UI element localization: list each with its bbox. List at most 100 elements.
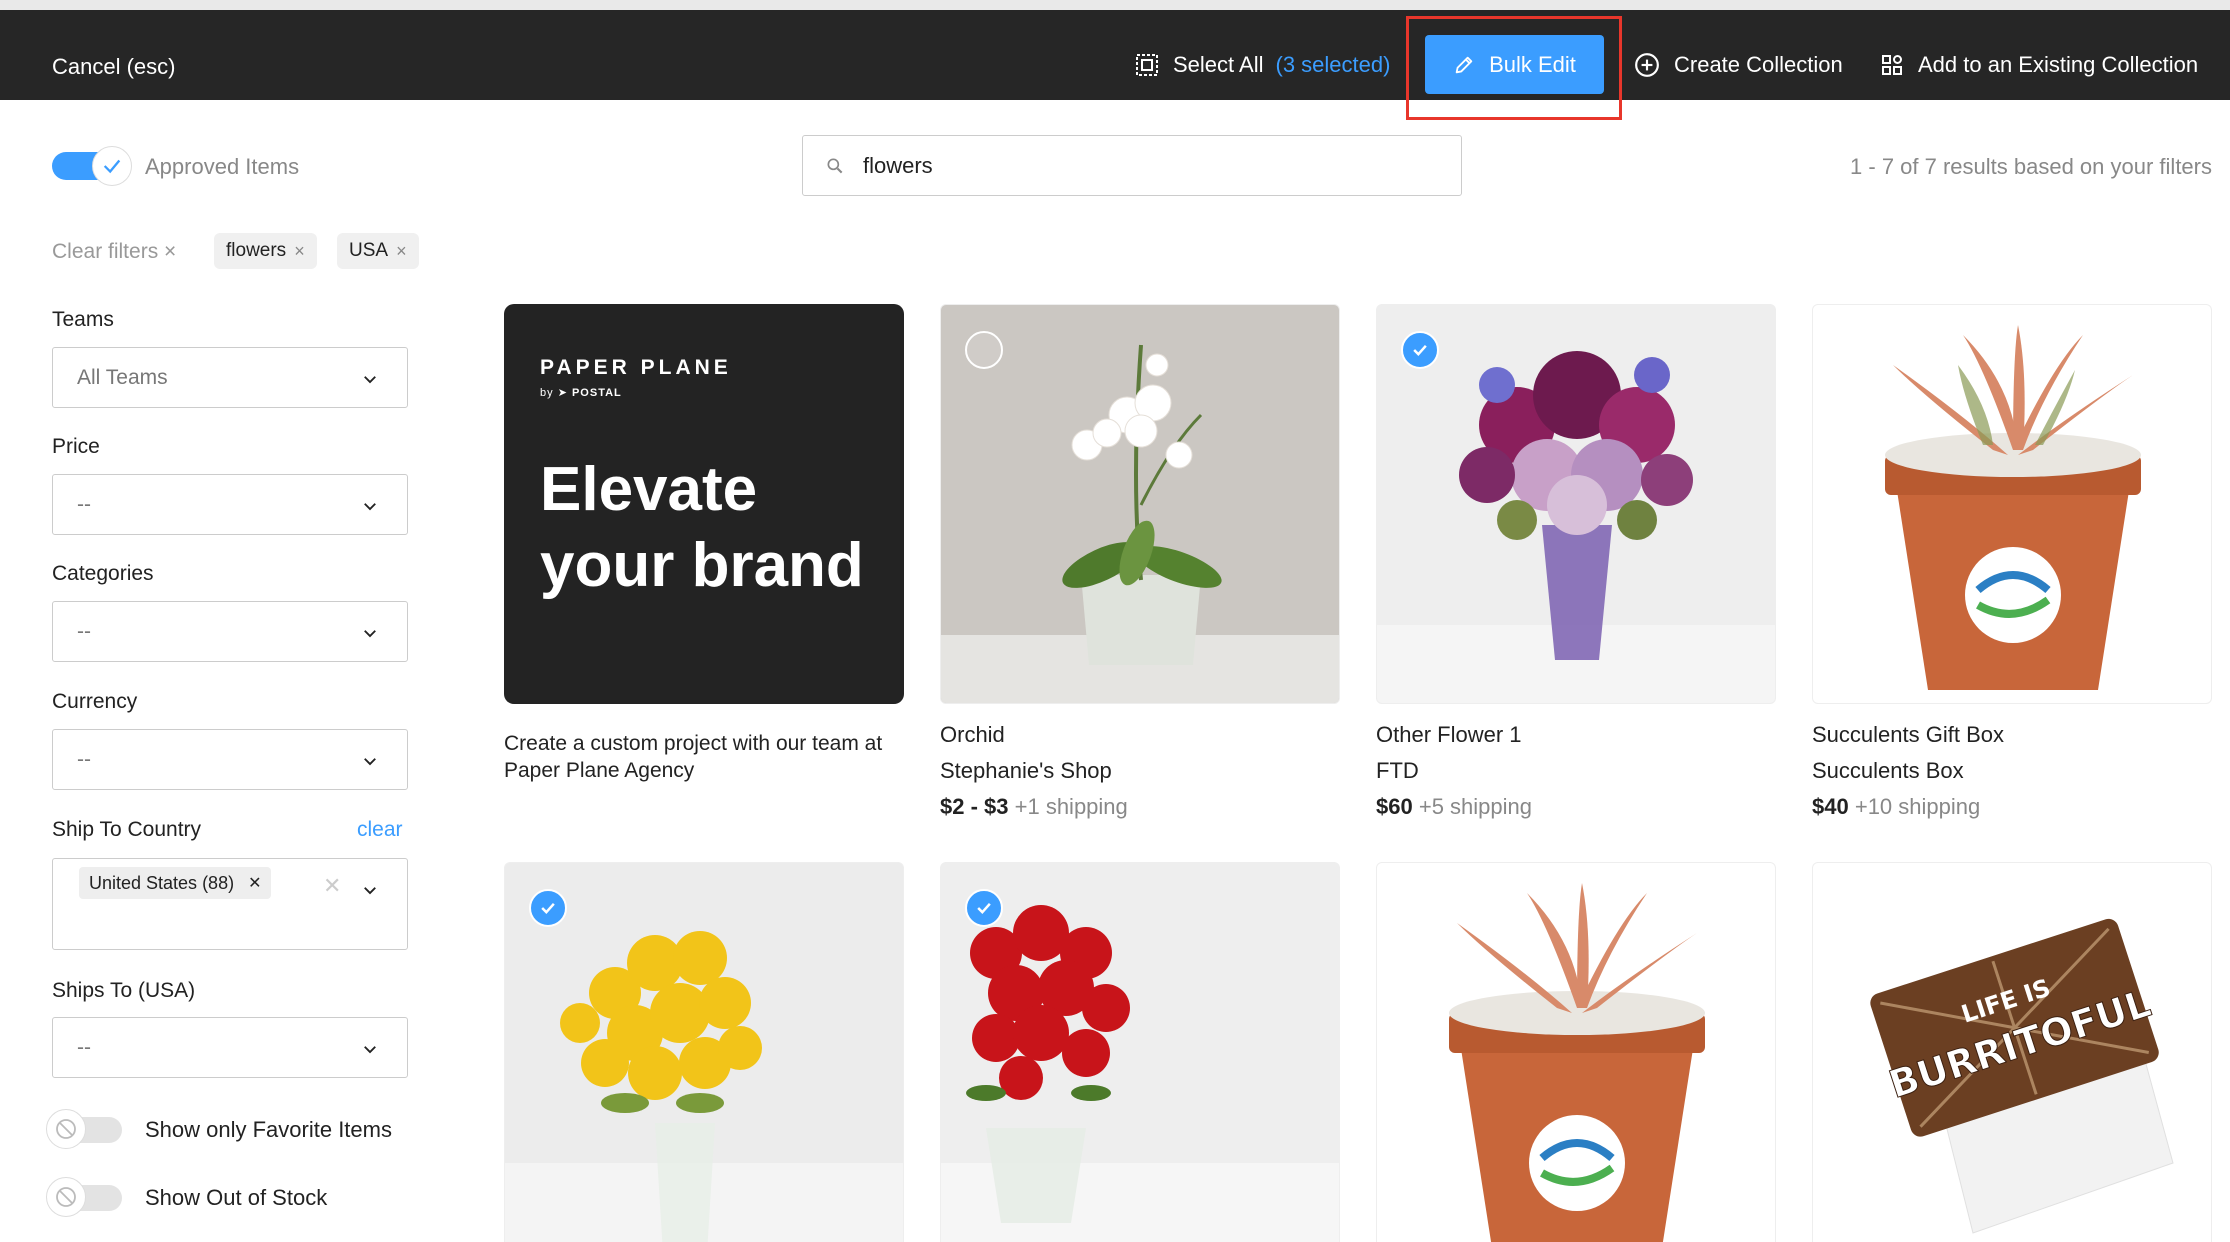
- favorites-label: Show only Favorite Items: [145, 1117, 392, 1142]
- approved-items-label: Approved Items: [145, 154, 300, 179]
- product-image[interactable]: [940, 304, 1340, 704]
- check-icon: [541, 902, 555, 914]
- approved-items-toggle[interactable]: [52, 146, 134, 186]
- pencil-icon: [1455, 56, 1473, 73]
- filter-chip-usa[interactable]: USA ×: [337, 233, 419, 269]
- search-box[interactable]: [802, 135, 1462, 196]
- shipping-cost: +5 shipping: [1418, 794, 1532, 819]
- product-title: Other Flower 1: [1376, 722, 1522, 747]
- flower-bouquet-image: [1377, 351, 1775, 703]
- check-icon: [977, 902, 991, 914]
- country-tag: United States (88) ✕: [79, 867, 272, 899]
- bulk-action-bar: Cancel (esc) Select All (3 selected) Bul…: [0, 10, 2230, 120]
- check-icon: [1413, 344, 1427, 356]
- product-card-succulents[interactable]: Succulents Gift Box Succulents Box $40 +…: [1812, 304, 2212, 820]
- product-vendor: Succulents Box: [1812, 758, 1964, 783]
- ships-to-usa-label: Ships To (USA): [52, 979, 196, 1002]
- clear-icon[interactable]: ✕: [323, 873, 341, 899]
- currency-select[interactable]: --: [52, 729, 408, 790]
- gift-card-image: LIFE IS BURRITOFUL: [1870, 918, 2174, 1234]
- product-vendor: Stephanie's Shop: [940, 758, 1112, 783]
- product-card-succulents-2[interactable]: [1376, 862, 1776, 1242]
- select-checkbox[interactable]: [1401, 331, 1439, 369]
- teams-select[interactable]: All Teams: [52, 347, 408, 408]
- ship-to-country-select[interactable]: United States (88) ✕ ✕: [52, 858, 408, 950]
- add-to-existing-collection-button[interactable]: Add to an Existing Collection: [1880, 52, 2198, 78]
- promo-banner[interactable]: PAPER PLANE by ➤ POSTAL Elevate your bra…: [504, 304, 904, 704]
- product-card-orchid[interactable]: Orchid Stephanie's Shop $2 - $3 +1 shipp…: [940, 304, 1340, 820]
- promo-description: Create a custom project with our team at…: [504, 732, 883, 782]
- price-amount: $40: [1812, 794, 1849, 819]
- close-icon[interactable]: ✕: [248, 873, 261, 893]
- out-of-stock-toggle[interactable]: [46, 1177, 130, 1217]
- chevron-down-icon: [364, 630, 376, 638]
- product-card-gift-card[interactable]: LIFE IS BURRITOFUL: [1812, 862, 2212, 1242]
- toggle-knob: [46, 1177, 86, 1217]
- ships-to-usa-value: --: [77, 1035, 91, 1059]
- promo-by-brand: POSTAL: [571, 387, 622, 399]
- country-tag-label: United States (88): [89, 872, 235, 893]
- promo-headline-line2: your brand: [540, 531, 864, 600]
- price-select[interactable]: --: [52, 474, 408, 535]
- cancel-button[interactable]: Cancel (esc): [52, 54, 175, 80]
- product-price: $2 - $3 +1 shipping: [940, 794, 1340, 820]
- categories-select[interactable]: --: [52, 601, 408, 662]
- ship-country-clear-link[interactable]: clear: [357, 818, 403, 842]
- succulent-pot-image: [1449, 883, 1705, 1242]
- product-card-red-roses[interactable]: [940, 862, 1340, 1242]
- select-all-button[interactable]: Select All (3 selected): [1135, 52, 1390, 78]
- promo-card[interactable]: PAPER PLANE by ➤ POSTAL Elevate your bra…: [504, 304, 904, 784]
- paper-plane-icon: ➤: [557, 387, 568, 399]
- chevron-down-icon: [364, 376, 376, 384]
- promo-brand: PAPER PLANE: [540, 356, 732, 379]
- shipping-cost: +10 shipping: [1854, 794, 1981, 819]
- product-card-other-flower[interactable]: Other Flower 1 FTD $60 +5 shipping: [1376, 304, 1776, 820]
- bulk-edit-label: Bulk Edit: [1489, 51, 1576, 77]
- select-checkbox[interactable]: [965, 331, 1003, 369]
- chip-label: USA: [349, 240, 389, 261]
- product-title: Orchid: [940, 722, 1005, 747]
- filter-chip-flowers[interactable]: flowers ×: [214, 233, 317, 269]
- toggle-knob: [46, 1109, 86, 1149]
- promo-by: by ➤ POSTAL: [540, 386, 622, 399]
- select-all-label: Select All: [1173, 52, 1264, 77]
- search-input[interactable]: [863, 150, 1423, 182]
- product-image[interactable]: [1376, 304, 1776, 704]
- ship-to-country-label: Ship To Country: [52, 818, 202, 841]
- select-all-icon: [1136, 54, 1158, 76]
- disabled-icon: [56, 1119, 76, 1139]
- plus-circle-icon: [1635, 53, 1659, 77]
- check-icon: [103, 159, 121, 174]
- search-icon: [827, 158, 843, 174]
- product-image[interactable]: [940, 862, 1340, 1242]
- categories-label: Categories: [52, 562, 154, 585]
- product-image[interactable]: [1812, 304, 2212, 704]
- top-strip: [0, 0, 2230, 10]
- clear-filters-label: Clear filters: [52, 240, 159, 263]
- favorites-toggle[interactable]: [46, 1109, 130, 1149]
- out-of-stock-label: Show Out of Stock: [145, 1185, 328, 1210]
- create-collection-button[interactable]: Create Collection: [1634, 52, 1843, 78]
- yellow-roses-image: [505, 931, 903, 1242]
- ships-to-usa-select[interactable]: --: [52, 1017, 408, 1078]
- close-icon[interactable]: ×: [396, 241, 407, 262]
- product-image[interactable]: LIFE IS BURRITOFUL: [1812, 862, 2212, 1242]
- product-vendor: FTD: [1376, 758, 1419, 783]
- select-checkbox[interactable]: [529, 889, 567, 927]
- chevron-down-icon: [364, 758, 376, 766]
- teams-value: All Teams: [77, 365, 168, 389]
- close-icon[interactable]: ×: [294, 241, 305, 262]
- product-card-yellow-roses[interactable]: [504, 862, 904, 1242]
- clear-filters-link[interactable]: Clear filters ×: [52, 240, 176, 264]
- close-icon: ×: [164, 240, 177, 263]
- product-title: Succulents Gift Box: [1812, 722, 2004, 747]
- product-image[interactable]: [1376, 862, 1776, 1242]
- toggle-knob: [92, 146, 132, 186]
- promo-headline: Elevate your brand: [540, 452, 864, 604]
- price-amount: $60: [1376, 794, 1413, 819]
- chip-label: flowers: [226, 240, 287, 261]
- bulk-edit-button[interactable]: Bulk Edit: [1425, 35, 1604, 94]
- price-amount: $2 - $3: [940, 794, 1009, 819]
- product-image[interactable]: [504, 862, 904, 1242]
- select-checkbox[interactable]: [965, 889, 1003, 927]
